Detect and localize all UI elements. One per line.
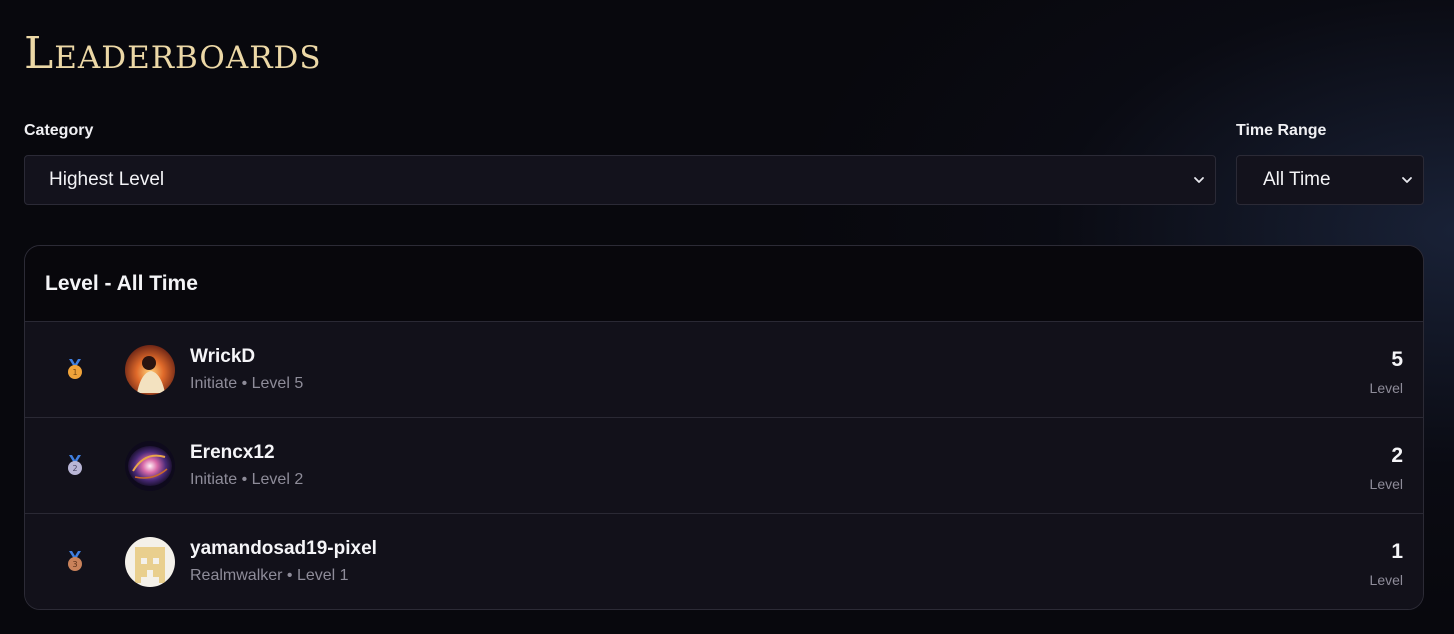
player-rank-level: Realmwalker • Level 1 — [190, 567, 349, 584]
medal-rank: 1 — [72, 368, 77, 377]
score-value: 5 — [1391, 348, 1403, 371]
category-label: Category — [24, 122, 94, 139]
leaderboard-row[interactable]: 3 yamandosad19-pixel Realmwalker • Level… — [25, 514, 1423, 609]
score-unit: Level — [1369, 380, 1403, 396]
medal-rank: 2 — [72, 464, 77, 473]
player-rank-level: Initiate • Level 2 — [190, 471, 304, 488]
player-name[interactable]: yamandosad19-pixel — [190, 538, 377, 560]
score-unit: Level — [1369, 572, 1403, 588]
time-range-select[interactable]: All Time — [1236, 155, 1424, 205]
chevron-down-icon — [1194, 177, 1204, 183]
player-name[interactable]: Erencx12 — [190, 442, 275, 464]
avatar[interactable] — [125, 345, 175, 395]
medal-icon: 3 — [68, 551, 82, 571]
leaderboard-row[interactable]: 1 WrickD Initiate • Level 5 5 Level — [25, 322, 1423, 418]
avatar[interactable] — [125, 537, 175, 587]
leaderboard-title: Level - All Time — [25, 246, 1423, 322]
score-value: 2 — [1391, 444, 1403, 467]
time-range-label: Time Range — [1236, 122, 1327, 139]
medal-rank: 3 — [72, 560, 77, 569]
medal-icon: 2 — [68, 455, 82, 475]
score-value: 1 — [1391, 540, 1403, 563]
category-select[interactable]: Highest Level — [24, 155, 1216, 205]
avatar[interactable] — [125, 441, 175, 491]
leaderboard-card: Level - All Time 1 WrickD Initiate • Lev… — [24, 245, 1424, 610]
medal-icon: 1 — [68, 359, 82, 379]
player-name[interactable]: WrickD — [190, 346, 255, 368]
leaderboard-row[interactable]: 2 Erencx12 Initiate • Level 2 2 Level — [25, 418, 1423, 514]
player-rank-level: Initiate • Level 5 — [190, 375, 304, 392]
category-select-value: Highest Level — [49, 169, 165, 190]
time-range-select-value: All Time — [1263, 169, 1331, 190]
page-title: Leaderboards — [24, 28, 322, 79]
chevron-down-icon — [1402, 177, 1412, 183]
score-unit: Level — [1369, 476, 1403, 492]
